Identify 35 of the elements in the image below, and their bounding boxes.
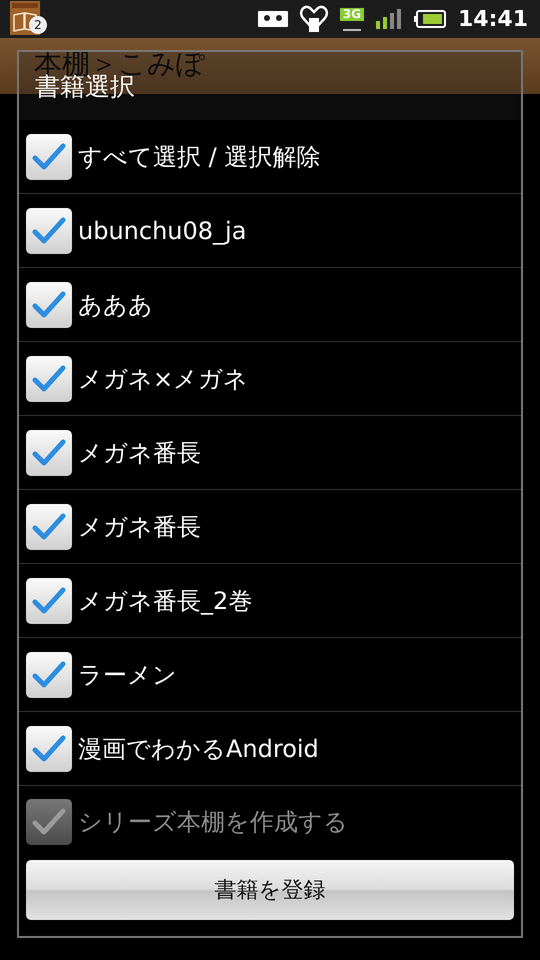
register-button[interactable]: 書籍を登録 xyxy=(26,860,514,920)
book-item[interactable]: メガネ番長_2巻 xyxy=(19,564,521,638)
book-item[interactable]: メガネ×メガネ xyxy=(19,342,521,416)
checkbox[interactable] xyxy=(26,356,72,402)
checkbox[interactable] xyxy=(26,134,72,180)
battery-icon xyxy=(414,10,446,28)
checkbox[interactable] xyxy=(26,208,72,254)
book-item[interactable]: 漫画でわかるAndroid xyxy=(19,712,521,786)
clock: 14:41 xyxy=(458,6,528,32)
notification-count: 2 xyxy=(29,16,47,34)
checkbox[interactable] xyxy=(26,652,72,698)
book-item[interactable]: ubunchu08_ja xyxy=(19,194,521,268)
book-item[interactable]: メガネ番長 xyxy=(19,490,521,564)
book-title: メガネ番長_2巻 xyxy=(78,586,252,616)
checkbox[interactable] xyxy=(26,726,72,772)
checkbox[interactable] xyxy=(26,578,72,624)
book-title: 漫画でわかるAndroid xyxy=(78,734,319,764)
checkbox[interactable] xyxy=(26,504,72,550)
book-item[interactable]: すべて選択 / 選択解除 xyxy=(19,120,521,194)
option-label: シリーズ本棚を作成する xyxy=(78,807,348,838)
voicemail-icon xyxy=(258,11,288,27)
book-title: あああ xyxy=(78,290,153,320)
book-item[interactable]: あああ xyxy=(19,268,521,342)
signal-icon xyxy=(376,9,402,29)
checkbox[interactable] xyxy=(26,430,72,476)
book-title: メガネ番長 xyxy=(78,438,201,468)
book-title: メガネ番長 xyxy=(78,512,201,542)
book-title: ubunchu08_ja xyxy=(78,216,246,244)
heart-icon xyxy=(300,4,328,34)
book-title: すべて選択 / 選択解除 xyxy=(78,142,320,172)
book-title: メガネ×メガネ xyxy=(78,364,248,394)
book-title: ラーメン xyxy=(78,660,177,690)
checkbox[interactable] xyxy=(26,282,72,328)
book-item[interactable]: ラーメン xyxy=(19,638,521,712)
book-item[interactable]: メガネ番長 xyxy=(19,416,521,490)
